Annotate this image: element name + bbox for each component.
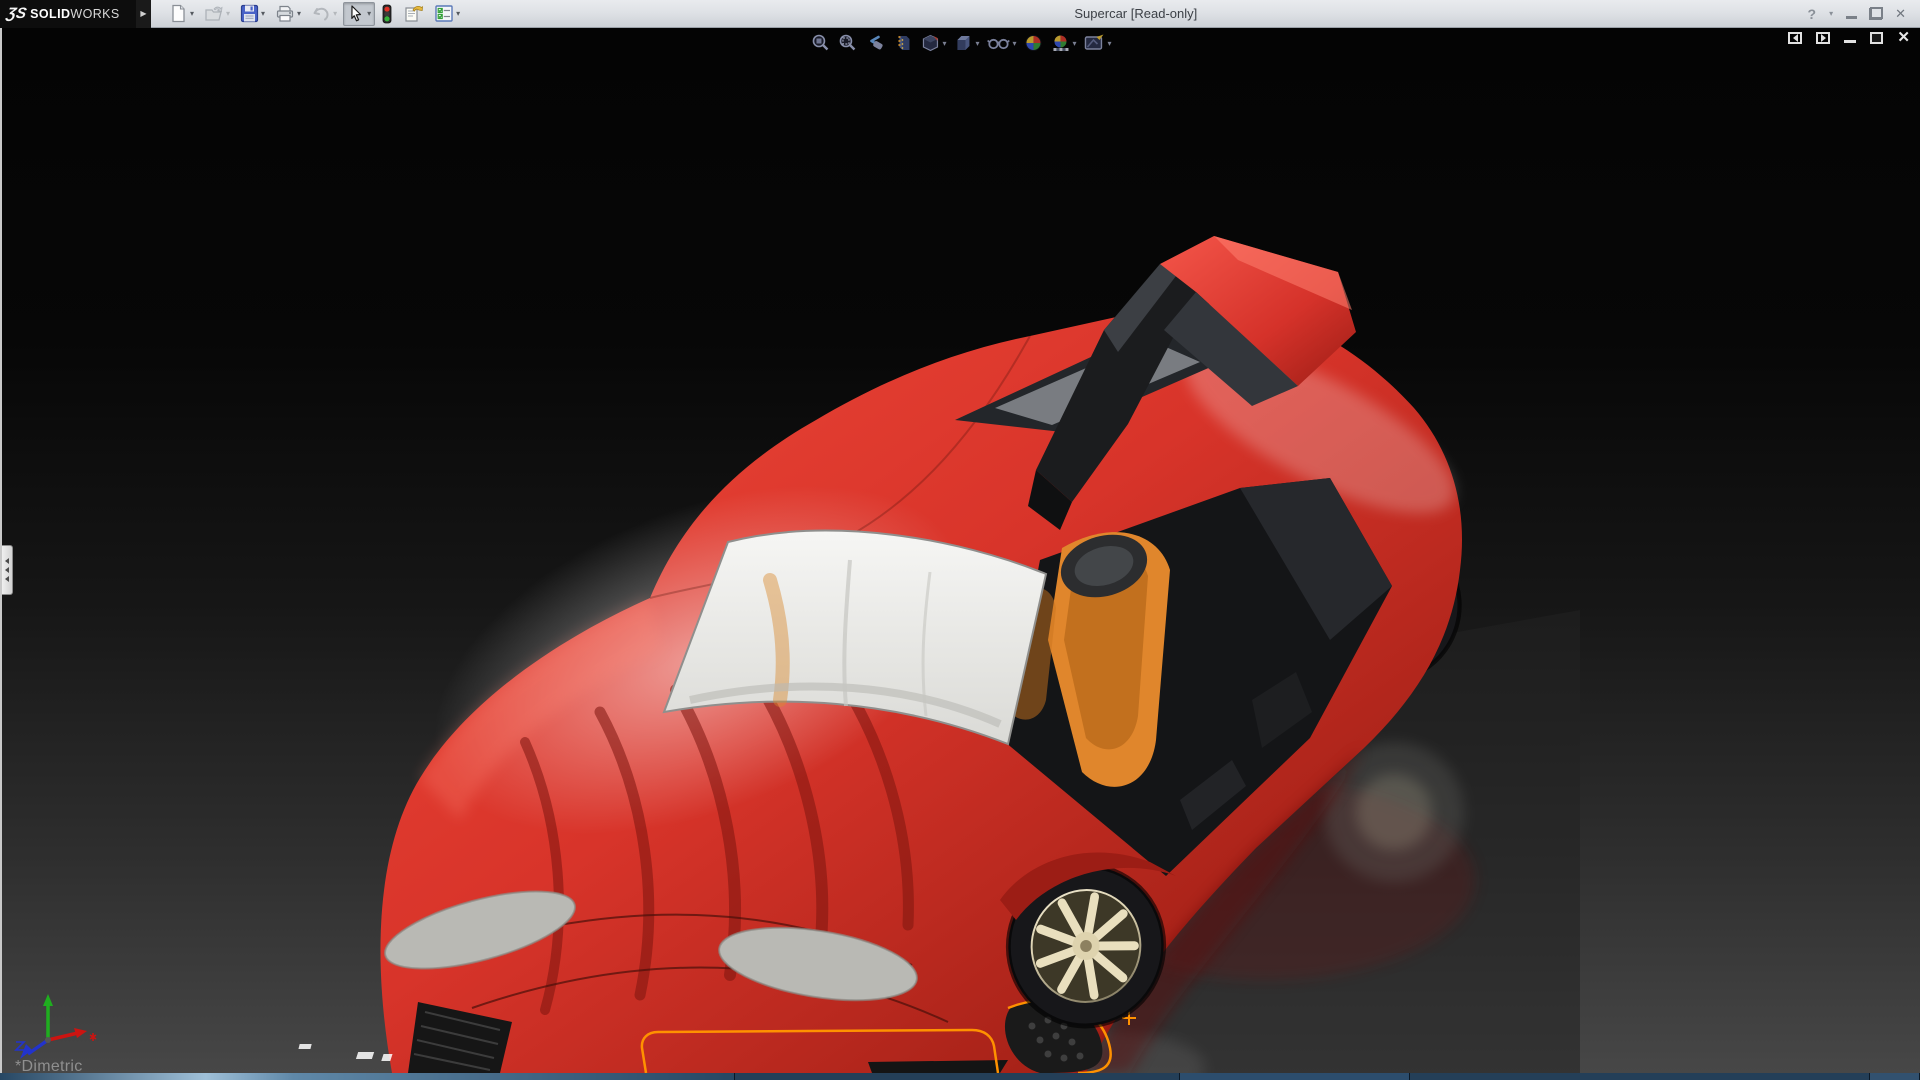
edit-appearance-button[interactable] [1022, 31, 1046, 55]
previous-view-icon [864, 33, 886, 53]
print-button[interactable]: ▾ [271, 2, 305, 26]
rebuild-traffic-light-icon [381, 4, 393, 24]
taskbar-segment[interactable] [0, 1073, 735, 1080]
view-orientation-icon [920, 33, 940, 53]
apply-scene-icon [1051, 33, 1071, 53]
hide-show-items-button[interactable]: ▾ [984, 31, 1018, 55]
restore-document-button[interactable] [1870, 32, 1883, 44]
dropdown-arrow-icon[interactable]: ▾ [367, 10, 371, 18]
dropdown-arrow-icon[interactable]: ▾ [297, 10, 301, 18]
help-button[interactable]: ? [1808, 6, 1817, 22]
solidworks-logo-icon: ƷS [5, 5, 28, 22]
open-document-button[interactable]: ▾ [200, 2, 234, 26]
close-document-button[interactable]: ✕ [1897, 32, 1910, 44]
dropdown-arrow-icon[interactable]: ▾ [261, 10, 265, 18]
solidworks-window: ƷS SOLIDWORKS ▶ ▾ ▾ ▾ [0, 0, 1920, 1080]
taskbar-segment[interactable] [735, 1073, 1180, 1080]
collapse-left-pane-icon [1793, 34, 1798, 42]
dropdown-arrow-icon[interactable]: ▾ [456, 10, 460, 18]
section-view-button[interactable] [891, 31, 915, 55]
dropdown-arrow-icon[interactable]: ▾ [190, 10, 194, 18]
minimize-window-button[interactable] [1846, 16, 1857, 19]
new-document-button[interactable]: ▾ [165, 2, 198, 26]
open-document-icon [204, 4, 224, 23]
headsup-view-toolbar: ▾ ▾ ▾ ▾ ▾ [808, 31, 1113, 55]
expand-right-pane-icon [1821, 34, 1826, 42]
display-style-button[interactable]: ▾ [951, 31, 981, 55]
restore-window-button[interactable] [1870, 8, 1882, 19]
zoom-to-fit-icon [810, 33, 830, 53]
dropdown-arrow-icon[interactable]: ▾ [1108, 39, 1112, 48]
file-properties-button[interactable] [399, 2, 428, 26]
pane-arrow-icon [5, 558, 9, 564]
taskbar-segment[interactable] [1410, 1073, 1870, 1080]
file-properties-icon [403, 4, 424, 23]
standard-toolbar: ▾ ▾ ▾ ▾ [165, 2, 464, 26]
taskbar-segment[interactable] [1870, 1073, 1920, 1080]
save-icon [240, 4, 259, 23]
brand-name: SOLIDWORKS [30, 7, 119, 21]
zoom-to-fit-button[interactable] [808, 31, 832, 55]
select-cursor-icon [347, 4, 365, 23]
edit-appearance-icon [1024, 33, 1044, 53]
display-style-icon [953, 33, 973, 53]
collapse-left-pane-button[interactable] [1788, 32, 1802, 44]
dropdown-arrow-icon[interactable]: ▾ [1012, 39, 1016, 48]
dropdown-arrow-icon[interactable]: ▾ [226, 10, 230, 18]
minimize-document-button[interactable] [1844, 40, 1856, 43]
solidworks-logo: ƷS SOLIDWORKS [0, 0, 136, 28]
expand-right-pane-button[interactable] [1816, 32, 1830, 44]
view-settings-icon [1084, 33, 1106, 53]
new-document-icon [169, 4, 188, 23]
undo-icon [311, 4, 331, 23]
print-icon [275, 4, 295, 23]
close-window-button[interactable]: ✕ [1895, 7, 1906, 20]
car-model-3d-view[interactable] [0, 28, 1920, 1073]
zoom-to-area-icon [837, 33, 857, 53]
pane-arrow-icon [5, 567, 9, 573]
previous-view-button[interactable] [862, 31, 888, 55]
view-settings-button[interactable]: ▾ [1082, 31, 1114, 55]
rebuild-button[interactable] [377, 2, 397, 26]
view-orientation-button[interactable]: ▾ [918, 31, 948, 55]
hide-show-items-icon [986, 33, 1010, 53]
document-title: Supercar [Read-only] [1074, 6, 1197, 21]
windows-taskbar-edge[interactable] [0, 1073, 1920, 1080]
options-button[interactable]: ▾ [430, 2, 464, 26]
save-button[interactable]: ▾ [236, 2, 269, 26]
menu-flyout-arrow[interactable]: ▶ [136, 0, 151, 28]
dropdown-arrow-icon[interactable]: ▾ [975, 39, 979, 48]
section-view-icon [893, 33, 913, 53]
title-zone: Supercar [Read-only] [464, 6, 1807, 21]
flyout-icon: ▶ [140, 9, 146, 18]
undo-button[interactable]: ▾ [307, 2, 341, 26]
taskbar-segment[interactable] [1180, 1073, 1410, 1080]
window-controls: ? ▾ ✕ [1808, 6, 1920, 22]
featuremanager-collapsed-tab[interactable] [2, 545, 13, 595]
specular-highlights [298, 1044, 392, 1061]
document-window-controls: ✕ [1788, 32, 1910, 44]
apply-scene-button[interactable]: ▾ [1049, 31, 1079, 55]
dropdown-arrow-icon[interactable]: ▾ [942, 39, 946, 48]
dropdown-arrow-icon[interactable]: ▾ [333, 10, 337, 18]
title-bar: ƷS SOLIDWORKS ▶ ▾ ▾ ▾ [0, 0, 1920, 28]
options-checklist-icon [434, 4, 454, 23]
view-orientation-label: *Dimetric [15, 1058, 83, 1073]
help-dropdown-arrow-icon[interactable]: ▾ [1829, 9, 1833, 18]
zoom-to-area-button[interactable] [835, 31, 859, 55]
reference-triad [8, 986, 103, 1061]
graphics-viewport[interactable]: ▾ ▾ ▾ ▾ ▾ [0, 28, 1920, 1073]
select-tool-button[interactable]: ▾ [343, 2, 375, 26]
pane-arrow-icon [5, 576, 9, 582]
dropdown-arrow-icon[interactable]: ▾ [1073, 39, 1077, 48]
